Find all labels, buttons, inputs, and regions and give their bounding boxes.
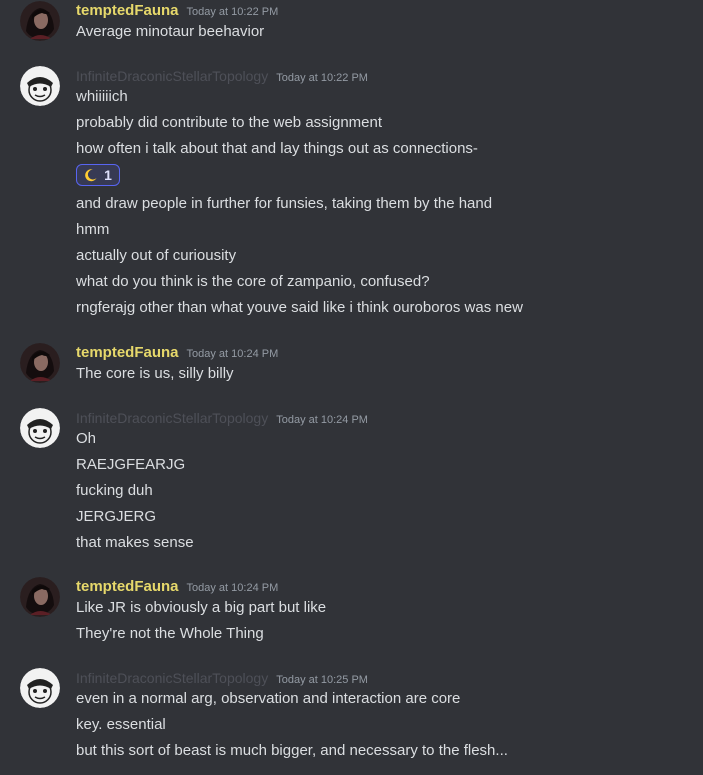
avatar[interactable] [20, 1, 60, 41]
message-text: The core is us, silly billy [76, 365, 234, 382]
username[interactable]: InfiniteDraconicStellarTopology [76, 668, 268, 688]
message-header: InfiniteDraconicStellarTopology Today at… [76, 668, 368, 688]
message-header: temptedFauna Today at 10:24 PM [76, 343, 278, 363]
message-text: fucking duh [76, 482, 153, 499]
avatar[interactable] [20, 343, 60, 383]
username[interactable]: InfiniteDraconicStellarTopology [76, 408, 268, 428]
crescent-moon-icon [85, 169, 97, 182]
message-text: They're not the Whole Thing [76, 625, 264, 642]
username[interactable]: temptedFauna [76, 1, 179, 21]
message-text: Average minotaur beehavior [76, 23, 265, 40]
message-text: but this sort of beast is much bigger, a… [76, 742, 508, 759]
username[interactable]: temptedFauna [76, 577, 179, 597]
avatar[interactable] [20, 408, 60, 448]
message-header: temptedFauna Today at 10:24 PM [76, 577, 278, 597]
avatar-fauna-image [20, 1, 60, 41]
message-text: Oh [76, 430, 97, 447]
reaction-count: 1 [104, 167, 112, 183]
message-text: whiiiiich [76, 88, 128, 105]
avatar-fauna-image [20, 577, 60, 617]
message-header: InfiniteDraconicStellarTopology Today at… [76, 66, 368, 86]
timestamp[interactable]: Today at 10:25 PM [276, 670, 368, 690]
message-text: Like JR is obviously a big part but like [76, 599, 327, 616]
avatar-fauna-image [20, 343, 60, 383]
message-text: RAEJGFEARJG [76, 456, 186, 473]
message-text: rngferajg other than what youve said lik… [76, 299, 523, 316]
message-text: how often i talk about that and lay thin… [76, 140, 478, 157]
message-text: JERGJERG [76, 508, 157, 525]
avatar[interactable] [20, 66, 60, 106]
avatar[interactable] [20, 577, 60, 617]
avatar-idst-image [20, 66, 60, 106]
timestamp[interactable]: Today at 10:22 PM [276, 68, 368, 88]
avatar-idst-image [20, 668, 60, 708]
timestamp[interactable]: Today at 10:24 PM [187, 344, 279, 364]
message-text: key. essential [76, 716, 166, 733]
timestamp[interactable]: Today at 10:22 PM [187, 2, 279, 22]
reaction-button[interactable]: 1 [76, 164, 120, 186]
username[interactable]: InfiniteDraconicStellarTopology [76, 66, 268, 86]
avatar-idst-image [20, 408, 60, 448]
timestamp[interactable]: Today at 10:24 PM [276, 410, 368, 430]
chat-log: temptedFauna Today at 10:22 PM Average m… [0, 0, 703, 775]
username[interactable]: temptedFauna [76, 343, 179, 363]
message-text: hmm [76, 221, 110, 238]
message-text: even in a normal arg, observation and in… [76, 690, 461, 707]
message-text: probably did contribute to the web assig… [76, 114, 383, 131]
message-header: InfiniteDraconicStellarTopology Today at… [76, 408, 368, 428]
timestamp[interactable]: Today at 10:24 PM [187, 578, 279, 598]
message-text: what do you think is the core of zampani… [76, 273, 430, 290]
message-header: temptedFauna Today at 10:22 PM [76, 1, 278, 21]
message-text: and draw people in further for funsies, … [76, 195, 493, 212]
avatar[interactable] [20, 668, 60, 708]
message-text: actually out of curiousity [76, 247, 237, 264]
message-text: that makes sense [76, 534, 194, 551]
